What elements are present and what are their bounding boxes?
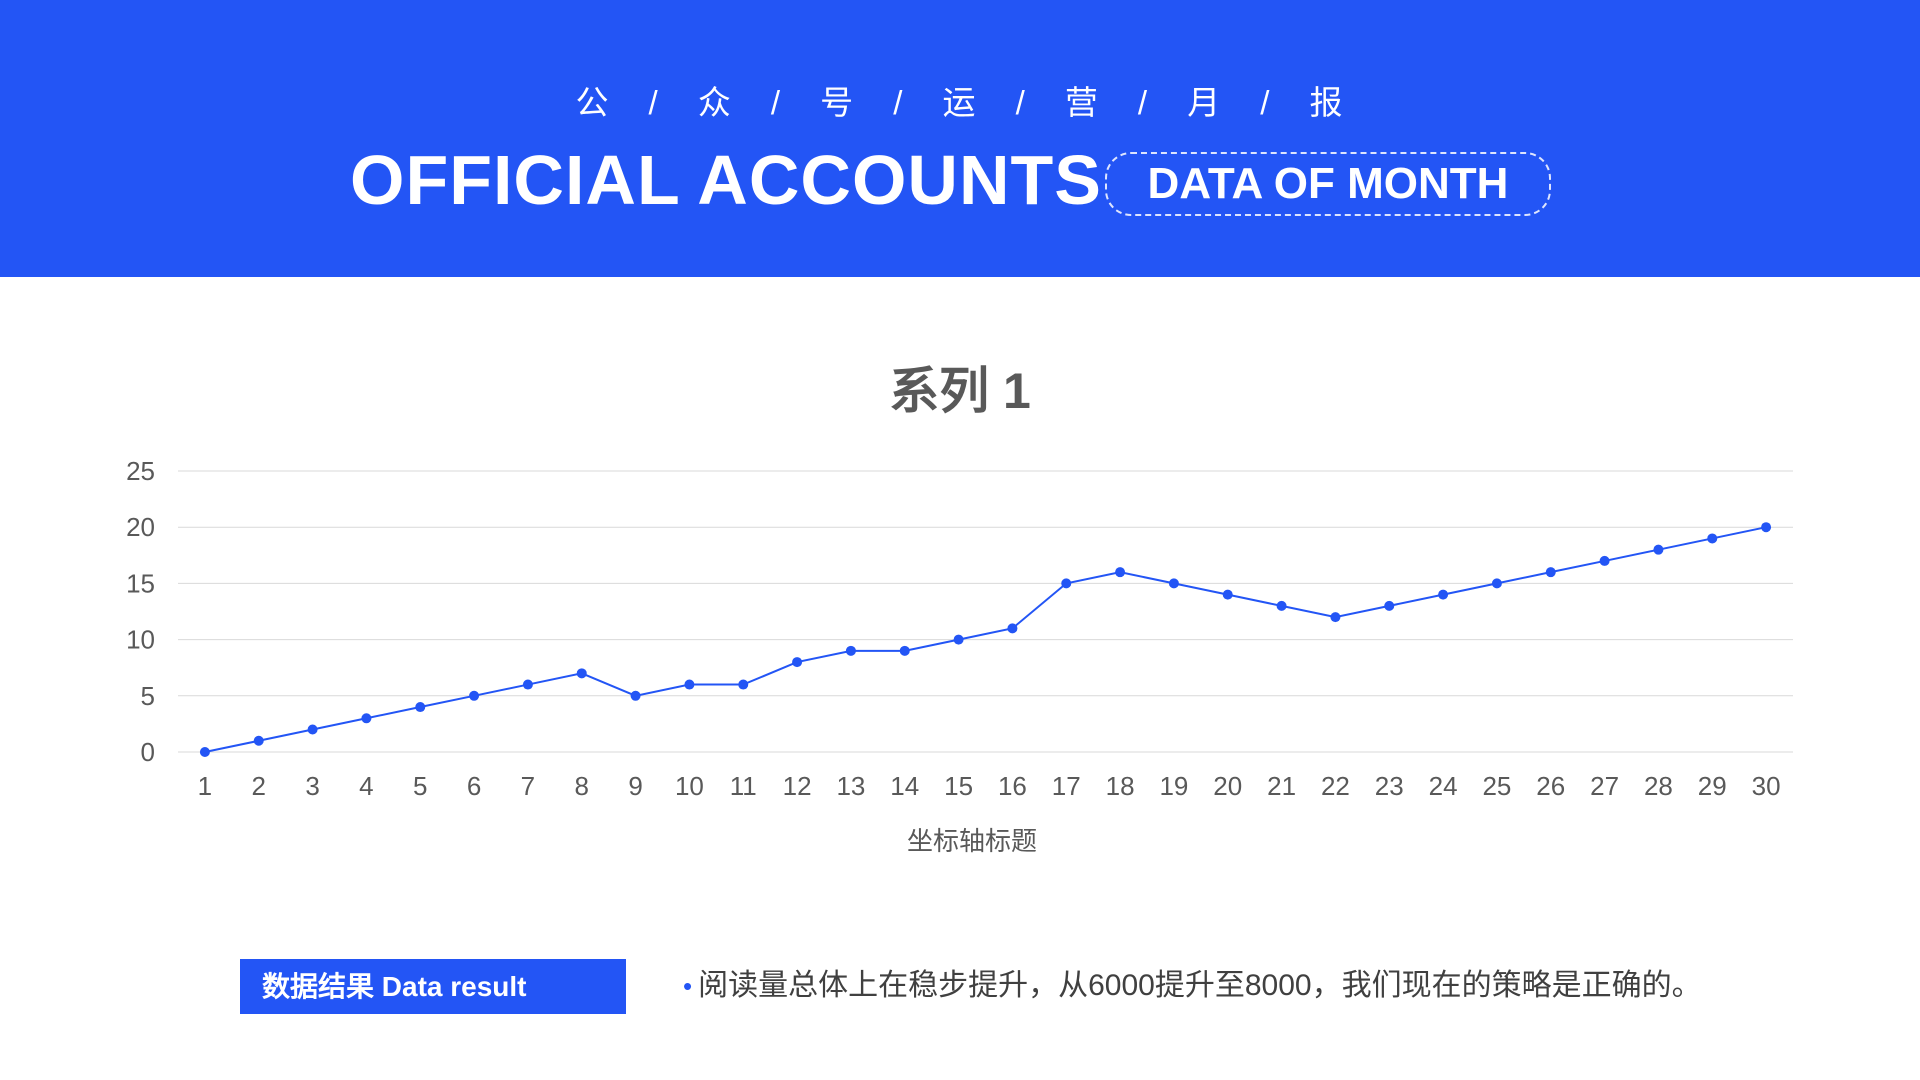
subtitle-separator: / xyxy=(893,84,905,121)
data-point xyxy=(576,668,587,679)
data-point xyxy=(199,747,210,757)
result-description: 阅读量总体上在稳步提升，从6000提升至8000，我们现在的策略是正确的。 xyxy=(698,969,1702,1002)
x-tick-label: 12 xyxy=(783,771,812,801)
data-point xyxy=(684,679,695,690)
y-tick-label: 5 xyxy=(141,681,155,711)
main-title: OFFICIAL ACCOUNTS xyxy=(350,141,1102,219)
header-banner: 公 / 众 / 号 / 运 / 营 / 月 / 报 OFFICIAL ACCOU… xyxy=(0,0,1920,277)
data-point xyxy=(1115,567,1126,578)
data-point xyxy=(1276,600,1287,611)
x-tick-label: 4 xyxy=(359,771,373,801)
x-tick-label: 22 xyxy=(1321,771,1350,801)
data-point xyxy=(1653,544,1664,555)
x-tick-label: 26 xyxy=(1536,771,1565,801)
x-tick-label: 27 xyxy=(1590,771,1619,801)
slide: 公 / 众 / 号 / 运 / 营 / 月 / 报 OFFICIAL ACCOU… xyxy=(0,0,1920,1080)
x-tick-label: 8 xyxy=(575,771,589,801)
data-point xyxy=(1384,600,1395,611)
data-point xyxy=(1438,589,1449,600)
x-axis-title: 坐标轴标题 xyxy=(907,826,1037,856)
data-point xyxy=(1707,533,1718,544)
y-tick-label: 15 xyxy=(126,568,155,598)
subtitle-separator: / xyxy=(1137,84,1150,121)
x-tick-label: 6 xyxy=(467,771,481,801)
data-point xyxy=(1761,522,1772,533)
subtitle-char: 月 xyxy=(1187,84,1223,121)
data-point xyxy=(1061,578,1072,589)
x-tick-label: 11 xyxy=(730,771,757,801)
bullet-icon: • xyxy=(683,971,693,1001)
data-point xyxy=(845,645,856,656)
subtitle-char: 公 xyxy=(575,84,611,121)
x-tick-label: 24 xyxy=(1429,771,1458,801)
data-point xyxy=(1599,555,1610,566)
data-point xyxy=(1491,578,1502,589)
subtitle-separator: / xyxy=(1260,84,1272,121)
subtitle-separator: / xyxy=(1015,84,1027,121)
x-tick-label: 2 xyxy=(252,771,266,801)
data-point xyxy=(361,713,372,724)
x-tick-label: 3 xyxy=(305,771,319,801)
result-text: • 阅读量总体上在稳步提升，从6000提升至8000，我们现在的策略是正确的。 xyxy=(683,966,1702,1006)
y-tick-label: 0 xyxy=(141,737,155,767)
x-tick-label: 20 xyxy=(1213,771,1242,801)
data-point xyxy=(1168,578,1179,589)
subtitle-char: 报 xyxy=(1309,84,1345,121)
x-tick-label: 28 xyxy=(1644,771,1673,801)
y-tick-label: 10 xyxy=(126,625,155,655)
subtitle-char: 号 xyxy=(820,84,856,121)
data-point xyxy=(1545,567,1556,578)
subtitle-char: 营 xyxy=(1064,84,1100,121)
data-point xyxy=(522,679,533,690)
data-point xyxy=(899,645,910,656)
data-point xyxy=(1007,623,1018,634)
x-tick-label: 21 xyxy=(1267,771,1296,801)
x-tick-label: 16 xyxy=(998,771,1027,801)
data-point xyxy=(253,735,264,746)
x-tick-label: 14 xyxy=(890,771,919,801)
data-point xyxy=(469,690,480,701)
x-tick-label: 5 xyxy=(413,771,427,801)
data-point xyxy=(1222,589,1233,600)
x-tick-label: 30 xyxy=(1752,771,1781,801)
x-tick-label: 29 xyxy=(1698,771,1727,801)
x-tick-label: 23 xyxy=(1375,771,1404,801)
x-tick-label: 1 xyxy=(198,771,212,801)
header-subtitle: 公 / 众 / 号 / 运 / 营 / 月 / 报 xyxy=(0,76,1920,124)
data-point xyxy=(415,702,426,713)
subtitle-separator: / xyxy=(648,84,660,121)
x-tick-label: 17 xyxy=(1052,771,1081,801)
x-tick-label: 25 xyxy=(1482,771,1511,801)
data-point xyxy=(738,679,749,690)
x-tick-label: 10 xyxy=(675,771,704,801)
subtitle-separator: / xyxy=(770,84,783,121)
data-point xyxy=(953,634,964,645)
chart-title: 系列 1 xyxy=(889,363,1031,419)
x-tick-label: 13 xyxy=(836,771,865,801)
line-chart: 系列 105101520251 2 3 4 5 6 7 8 9 10 11 12 13 14 15 16 17 1… xyxy=(126,363,1793,856)
y-tick-label: 20 xyxy=(126,512,155,542)
x-tick-label: 15 xyxy=(944,771,973,801)
data-point xyxy=(630,690,641,701)
result-tag: 数据结果 Data result xyxy=(240,959,626,1014)
subtitle-char: 运 xyxy=(942,84,978,121)
x-tick-label: 19 xyxy=(1159,771,1188,801)
month-badge: DATA OF MONTH xyxy=(1105,152,1551,216)
y-tick-label: 25 xyxy=(126,456,155,486)
x-tick-label: 18 xyxy=(1106,771,1135,801)
data-point xyxy=(307,724,318,735)
x-tick-label: 7 xyxy=(521,771,535,801)
data-point xyxy=(792,657,803,668)
x-tick-label: 9 xyxy=(628,771,642,801)
subtitle-char: 众 xyxy=(697,84,733,121)
data-point xyxy=(1330,612,1341,623)
